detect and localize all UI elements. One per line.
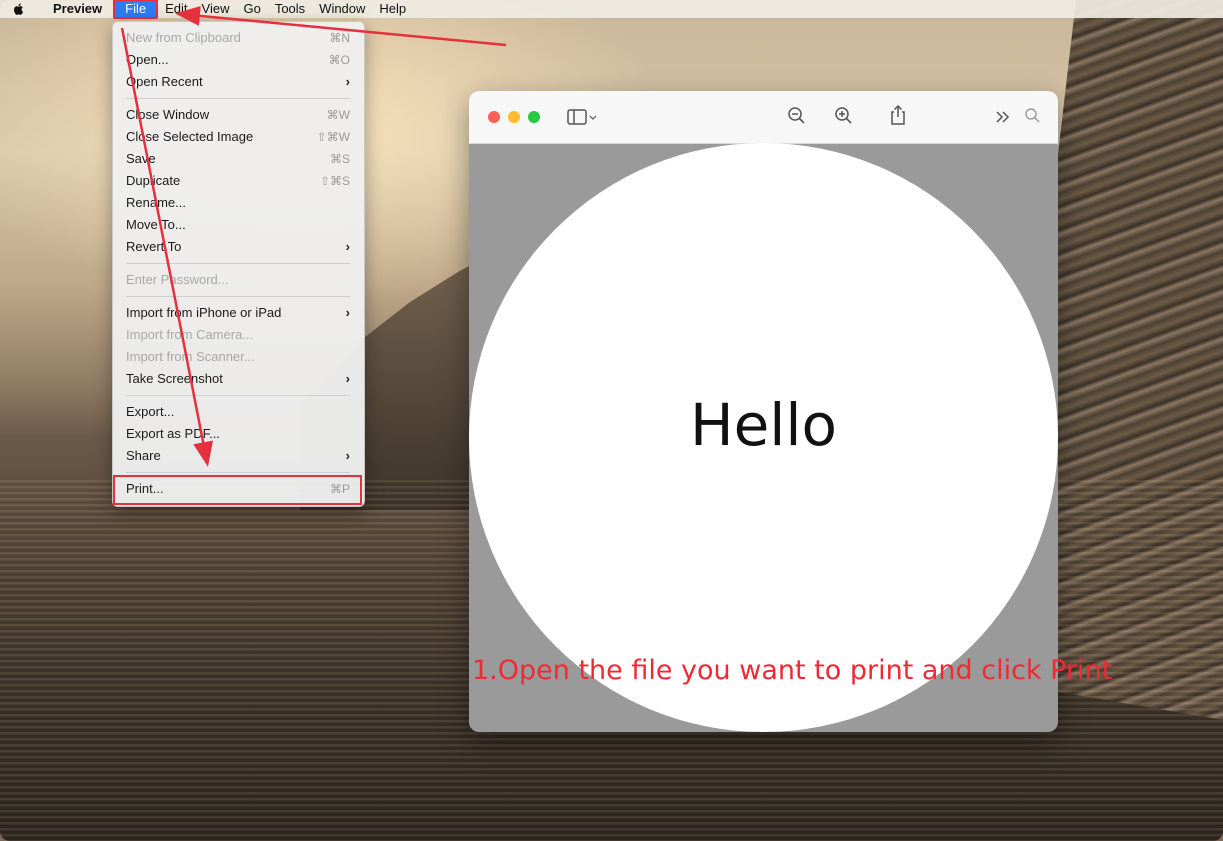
chevron-right-icon: › [345, 305, 350, 320]
document-text: Hello [689, 391, 837, 459]
menu-item-rename[interactable]: Rename... [126, 192, 350, 214]
menu-item-close-window[interactable]: Close Window ⌘W [126, 104, 350, 126]
window-toolbar [469, 91, 1058, 144]
shortcut-label: ⇧⌘S [319, 174, 350, 188]
menu-help[interactable]: Help [372, 0, 413, 18]
menu-item-import-scanner[interactable]: Import from Scanner... [126, 346, 350, 368]
menu-item-label: Duplicate [126, 173, 181, 188]
menu-item-enter-password[interactable]: Enter Password... [126, 269, 350, 291]
menu-go[interactable]: Go [236, 0, 267, 18]
menu-item-share[interactable]: Share › [126, 445, 350, 467]
menu-item-label: Import from Scanner... [126, 349, 255, 364]
search-icon[interactable] [1024, 107, 1042, 125]
menu-item-label: Enter Password... [126, 272, 229, 287]
menu-item-save[interactable]: Save ⌘S [126, 148, 350, 170]
shortcut-label: ⇧⌘W [316, 130, 350, 144]
print-highlight-box [113, 475, 362, 505]
menu-item-new-from-clipboard[interactable]: New from Clipboard ⌘N [126, 27, 350, 49]
menu-item-duplicate[interactable]: Duplicate ⇧⌘S [126, 170, 350, 192]
menu-item-label: Import from iPhone or iPad [126, 305, 282, 320]
shortcut-label: ⌘O [328, 53, 350, 67]
menu-item-label: Share [126, 448, 161, 463]
file-menu-dropdown: New from Clipboard ⌘N Open... ⌘O Open Re… [112, 21, 365, 507]
menu-item-label: New from Clipboard [126, 30, 241, 45]
menu-edit[interactable]: Edit [158, 0, 194, 18]
shortcut-label: ⌘S [329, 152, 350, 166]
menu-separator [126, 296, 350, 297]
menu-item-open-recent[interactable]: Open Recent › [126, 71, 350, 93]
menu-item-open[interactable]: Open... ⌘O [126, 49, 350, 71]
share-icon[interactable] [888, 104, 908, 126]
chevron-right-icon: › [345, 448, 350, 463]
menu-item-label: Move To... [126, 217, 186, 232]
menu-separator [126, 472, 350, 473]
menu-item-label: Save [126, 151, 156, 166]
menu-item-label: Close Selected Image [126, 129, 254, 144]
menu-file[interactable]: File [113, 0, 159, 19]
menu-separator [126, 263, 350, 264]
menu-item-label: Export as PDF... [126, 426, 220, 441]
menu-item-revert-to[interactable]: Revert To › [126, 236, 350, 258]
preview-window: Hello [469, 91, 1058, 732]
menu-item-import-camera[interactable]: Import from Camera... [126, 324, 350, 346]
chevron-right-icon: › [345, 371, 350, 386]
menu-item-import-iphone[interactable]: Import from iPhone or iPad › [126, 302, 350, 324]
shortcut-label: ⌘W [326, 108, 350, 122]
menu-item-close-selected-image[interactable]: Close Selected Image ⇧⌘W [126, 126, 350, 148]
menu-item-label: Take Screenshot [126, 371, 223, 386]
menu-app-preview[interactable]: Preview [46, 0, 109, 18]
menu-item-label: Open Recent [126, 74, 203, 89]
chevron-right-icon: › [345, 74, 350, 89]
more-chevron-icon[interactable] [994, 106, 1012, 126]
menu-view[interactable]: View [195, 0, 237, 18]
shortcut-label: ⌘N [329, 31, 350, 45]
zoom-in-icon[interactable] [834, 106, 854, 126]
menu-item-label: Revert To [126, 239, 182, 254]
menu-item-export[interactable]: Export... [126, 401, 350, 423]
menu-window[interactable]: Window [312, 0, 372, 18]
menu-bar: Preview File Edit View Go Tools Window H… [0, 0, 1223, 19]
menu-separator [126, 395, 350, 396]
chevron-right-icon: › [345, 239, 350, 254]
zoom-out-icon[interactable] [787, 106, 807, 126]
menu-item-export-pdf[interactable]: Export as PDF... [126, 423, 350, 445]
menu-item-label: Open... [126, 52, 169, 67]
maximize-window-button[interactable] [528, 111, 540, 123]
instruction-annotation: 1.Open the file you want to print and cl… [472, 655, 1113, 686]
menu-item-move-to[interactable]: Move To... [126, 214, 350, 236]
apple-logo-icon[interactable] [12, 2, 26, 16]
minimize-window-button[interactable] [508, 111, 520, 123]
menu-item-take-screenshot[interactable]: Take Screenshot › [126, 368, 350, 390]
close-window-button[interactable] [488, 111, 500, 123]
sidebar-toggle-icon[interactable] [566, 106, 598, 128]
menu-item-label: Rename... [126, 195, 186, 210]
menu-tools[interactable]: Tools [268, 0, 312, 18]
menu-item-label: Close Window [126, 107, 210, 122]
menu-item-label: Export... [126, 404, 175, 419]
menu-item-label: Import from Camera... [126, 327, 254, 342]
menu-separator [126, 98, 350, 99]
